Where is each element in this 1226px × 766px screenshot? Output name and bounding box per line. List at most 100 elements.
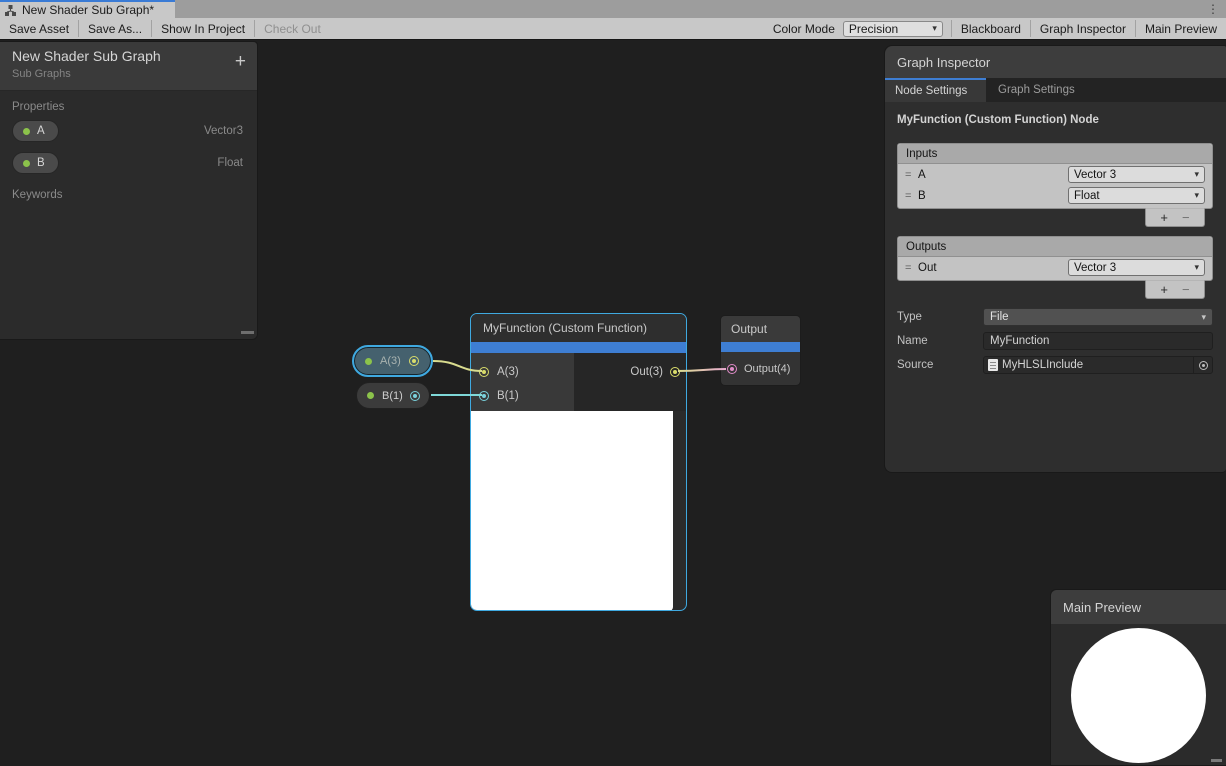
blackboard-subtitle: Sub Graphs <box>12 68 245 80</box>
drag-handle-icon[interactable]: = <box>905 169 918 181</box>
drag-handle-icon[interactable]: = <box>905 190 918 202</box>
node-output-ports: Out(3) <box>574 353 686 411</box>
source-label: Source <box>897 359 983 371</box>
selected-node-heading: MyFunction (Custom Function) Node <box>897 114 1213 126</box>
exposed-dot-icon <box>23 160 30 167</box>
save-asset-button[interactable]: Save Asset <box>0 18 78 39</box>
output-node[interactable]: Output Output(4) <box>720 315 801 386</box>
inputs-list-header: Inputs <box>898 144 1212 164</box>
output-type-value: Vector 3 <box>1074 262 1194 274</box>
input-port-float[interactable] <box>479 391 489 401</box>
exposed-dot-icon <box>367 392 374 399</box>
port-label: A(3) <box>497 366 519 378</box>
graph-toolbar: Save Asset Save As... Show In Project Ch… <box>0 18 1226 40</box>
blackboard-title: New Shader Sub Graph <box>12 48 245 64</box>
main-preview-panel: Main Preview <box>1050 589 1226 766</box>
property-name: A <box>37 125 45 137</box>
property-node-label: A(3) <box>380 355 401 367</box>
shader-sub-graph-icon <box>4 4 17 17</box>
output-port-float[interactable] <box>410 391 420 401</box>
inspector-tabs: Node Settings Graph Settings <box>885 78 1226 102</box>
type-field-row: Type File ▾ <box>897 308 1213 326</box>
output-port-row: Output(4) <box>721 352 800 386</box>
tab-node-settings[interactable]: Node Settings <box>885 78 986 102</box>
inputs-row-a[interactable]: = A Vector 3 ▾ <box>898 164 1212 185</box>
input-name: B <box>918 190 926 202</box>
main-preview-toggle-button[interactable]: Main Preview <box>1136 18 1226 39</box>
keywords-section-label: Keywords <box>0 179 257 203</box>
graph-inspector-title[interactable]: Graph Inspector <box>885 46 1226 78</box>
input-port-vector3[interactable] <box>479 367 489 377</box>
property-node-a[interactable]: A(3) <box>352 345 433 377</box>
remove-input-button[interactable]: − <box>1182 210 1190 225</box>
input-type-dropdown[interactable]: Vector 3 ▾ <box>1068 166 1205 183</box>
property-type: Vector3 <box>204 125 243 137</box>
check-out-button: Check Out <box>255 18 330 39</box>
property-pill-b[interactable]: B <box>12 152 59 174</box>
main-preview-viewport[interactable] <box>1051 624 1226 765</box>
main-preview-title[interactable]: Main Preview <box>1051 590 1226 624</box>
graph-inspector-toggle-button[interactable]: Graph Inspector <box>1031 18 1135 39</box>
chevron-down-icon: ▾ <box>1201 313 1206 322</box>
property-name: B <box>37 157 45 169</box>
inputs-row-b[interactable]: = B Float ▾ <box>898 185 1212 206</box>
tab-overflow-menu-icon[interactable]: ⋮ <box>1200 0 1226 18</box>
graph-canvas[interactable]: New Shader Sub Graph Sub Graphs + Proper… <box>0 40 1226 766</box>
preview-sphere <box>1071 628 1206 763</box>
inputs-list: Inputs = A Vector 3 ▾ = B Float <box>897 143 1213 209</box>
tab-new-shader-sub-graph[interactable]: New Shader Sub Graph* <box>0 0 175 18</box>
precision-color-strip <box>721 342 800 352</box>
input-port-row-b: B(1) <box>471 384 574 408</box>
source-object-field[interactable]: MyHLSLInclude <box>983 356 1213 374</box>
output-type-dropdown[interactable]: Vector 3 ▾ <box>1068 259 1205 276</box>
blackboard-toggle-button[interactable]: Blackboard <box>952 18 1030 39</box>
drag-handle-icon[interactable]: = <box>905 262 918 274</box>
output-port-vector3[interactable] <box>670 367 680 377</box>
add-output-button[interactable]: + <box>1160 282 1168 297</box>
port-label: Output(4) <box>744 363 790 375</box>
graph-inspector-panel: Graph Inspector Node Settings Graph Sett… <box>884 45 1226 473</box>
color-mode-dropdown[interactable]: Precision ▾ <box>843 21 943 37</box>
input-type-dropdown[interactable]: Float ▾ <box>1068 187 1205 204</box>
chevron-down-icon: ▾ <box>1194 170 1199 179</box>
name-label: Name <box>897 335 983 347</box>
tab-graph-settings[interactable]: Graph Settings <box>986 78 1087 102</box>
input-port-vector4[interactable] <box>727 364 737 374</box>
output-port-vector3[interactable] <box>409 356 419 366</box>
custom-function-node[interactable]: MyFunction (Custom Function) A(3) B(1) O… <box>470 313 687 611</box>
properties-section-label: Properties <box>0 91 257 115</box>
blackboard-resize-handle[interactable] <box>241 331 254 334</box>
exposed-dot-icon <box>23 128 30 135</box>
name-input[interactable]: MyFunction <box>983 332 1213 350</box>
blackboard-header: New Shader Sub Graph Sub Graphs + <box>0 42 257 91</box>
node-title[interactable]: Output <box>721 316 800 342</box>
window-tab-bar: New Shader Sub Graph* ⋮ <box>0 0 1226 18</box>
property-pill-a[interactable]: A <box>12 120 59 142</box>
add-input-button[interactable]: + <box>1160 210 1168 225</box>
object-picker-button[interactable] <box>1193 357 1212 373</box>
color-mode-label: Color Mode <box>765 18 843 39</box>
node-title[interactable]: MyFunction (Custom Function) <box>471 314 686 342</box>
color-mode-value: Precision <box>849 22 932 36</box>
main-preview-resize-handle[interactable] <box>1211 759 1222 762</box>
property-row-a[interactable]: A Vector3 <box>0 115 257 147</box>
type-dropdown[interactable]: File ▾ <box>983 308 1213 326</box>
add-property-button[interactable]: + <box>235 52 246 71</box>
tab-title: New Shader Sub Graph* <box>22 3 154 17</box>
node-input-ports: A(3) B(1) <box>471 353 574 411</box>
port-label: Out(3) <box>630 366 663 378</box>
input-type-value: Float <box>1074 190 1194 202</box>
show-in-project-button[interactable]: Show In Project <box>152 18 254 39</box>
save-as-button[interactable]: Save As... <box>79 18 151 39</box>
remove-output-button[interactable]: − <box>1182 282 1190 297</box>
type-value: File <box>990 311 1201 323</box>
exposed-dot-icon <box>365 358 372 365</box>
output-port-row-out: Out(3) <box>574 360 686 384</box>
outputs-row-out[interactable]: = Out Vector 3 ▾ <box>898 257 1212 278</box>
property-type: Float <box>217 157 243 169</box>
chevron-down-icon: ▾ <box>1194 191 1199 200</box>
object-picker-icon <box>1199 361 1208 370</box>
source-field-row: Source MyHLSLInclude <box>897 356 1213 374</box>
property-row-b[interactable]: B Float <box>0 147 257 179</box>
property-node-b[interactable]: B(1) <box>356 382 430 409</box>
